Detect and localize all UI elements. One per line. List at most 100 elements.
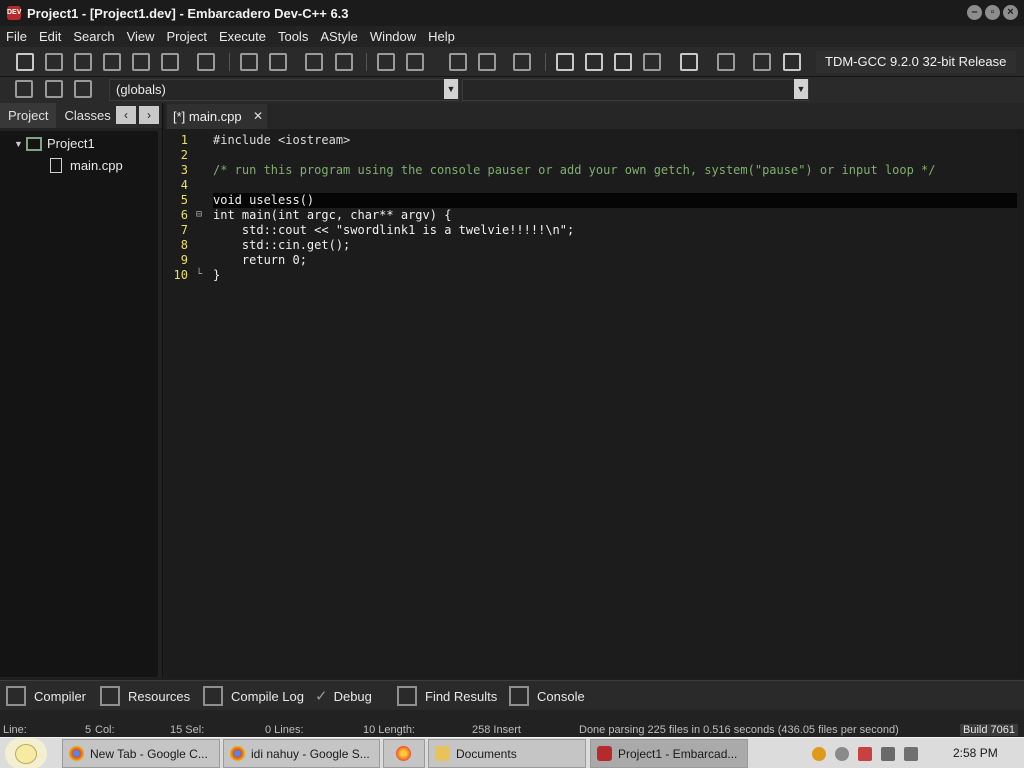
delete-profile-icon[interactable] [783,53,801,71]
tray-app-icon[interactable] [835,746,849,761]
minimize-button[interactable]: – [967,5,982,20]
function-dropdown-arrow-icon[interactable]: ▼ [794,79,808,99]
tab-project[interactable]: Project [0,103,57,128]
clock[interactable]: 2:58 PM [953,746,998,760]
editor-scrollbar[interactable] [1017,129,1024,678]
tab-console[interactable]: Console [509,681,585,711]
compiler-select[interactable]: TDM-GCC 9.2.0 32-bit Release [816,51,1016,73]
profile-icon[interactable] [753,53,771,71]
run-icon[interactable] [585,53,603,71]
remove-file-icon[interactable] [478,53,496,71]
smiley-start-icon [15,744,37,764]
main-toolbar: TDM-GCC 9.2.0 32-bit Release [0,47,1024,77]
resources-icon [100,686,120,706]
compile-icon[interactable] [556,53,574,71]
menu-window[interactable]: Window [364,29,422,44]
code-line: #include <iostream> [213,133,351,147]
taskbar-label: Documents [456,746,517,761]
print-icon[interactable] [197,53,215,71]
volume-icon[interactable] [904,746,918,761]
tab-label: Debug [333,688,372,704]
line-number: 8 [180,238,188,252]
close-file-icon[interactable] [132,53,150,71]
close-all-icon[interactable] [161,53,179,71]
stop-execution-icon[interactable] [717,53,735,71]
code-line-comment: /* run this program using the console pa… [213,163,936,177]
new-file-icon[interactable] [16,53,34,71]
menu-search[interactable]: Search [67,29,120,44]
check-icon: ✓ [315,688,328,705]
toggle-bookmark-icon[interactable] [74,80,92,98]
line-number-gutter: 1 2 3 4 5 6 7 8 9 10 ⊟ └ [165,129,202,678]
goto-icon[interactable] [15,80,33,98]
scope-dropdown-arrow-icon[interactable]: ▼ [444,79,458,99]
tree-item-project[interactable]: ▼ Project1 [14,136,95,151]
folder-icon [435,746,450,761]
taskbar-item-chrome-search[interactable]: idi nahuy - Google S... [223,739,380,768]
search-icon [397,686,417,706]
taskbar-item-firefox[interactable] [383,739,425,768]
tab-debug[interactable]: ✓ Debug [315,681,372,711]
tab-classes[interactable]: Classes [56,103,118,128]
fold-end-icon: └ [196,269,203,280]
menu-edit[interactable]: Edit [33,29,67,44]
tab-resources[interactable]: Resources [100,681,190,711]
network-error-icon[interactable] [858,746,872,761]
menu-file[interactable]: File [0,29,33,44]
tab-compiler[interactable]: Compiler [6,681,86,711]
undo-icon[interactable] [377,53,395,71]
taskbar-label: idi nahuy - Google S... [251,746,370,761]
current-line-highlight [213,193,1017,208]
rebuild-all-icon[interactable] [643,53,661,71]
indent-icon[interactable] [305,53,323,71]
menu-tools[interactable]: Tools [272,29,314,44]
tab-label: Compile Log [231,688,304,704]
chevron-left-icon[interactable]: ‹ [116,106,136,124]
fold-collapse-icon[interactable]: ⊟ [196,209,202,220]
menu-execute[interactable]: Execute [213,29,272,44]
save-icon[interactable] [74,53,92,71]
save-all-icon[interactable] [103,53,121,71]
line-number: 5 [180,193,188,207]
chevron-right-icon[interactable]: › [139,106,159,124]
function-select[interactable] [462,79,809,101]
file-icon [50,158,62,173]
scope-select[interactable]: (globals) [109,79,459,101]
menu-help[interactable]: Help [422,29,461,44]
tree-item-file[interactable]: main.cpp [50,158,123,173]
start-button[interactable] [5,738,47,768]
line-number: 7 [180,223,188,237]
comment-icon[interactable] [513,53,531,71]
close-button[interactable]: × [1003,5,1018,20]
menu-astyle[interactable]: AStyle [314,29,364,44]
tab-compile-log[interactable]: Compile Log [203,681,304,711]
search-tray-icon[interactable] [812,746,826,761]
replace-icon[interactable] [269,53,287,71]
find-icon[interactable] [240,53,258,71]
open-icon[interactable] [45,53,63,71]
display-icon[interactable] [881,746,895,761]
redo-icon[interactable] [406,53,424,71]
devcpp-app-icon: DEV [7,6,21,20]
restore-button[interactable]: ▫ [985,5,1000,20]
compile-run-icon[interactable] [614,53,632,71]
bookmark-icon[interactable] [45,80,63,98]
taskbar-item-documents[interactable]: Documents [428,739,586,768]
menu-project[interactable]: Project [161,29,213,44]
taskbar-item-devcpp[interactable]: Project1 - Embarcad... [590,739,748,768]
code-editor[interactable]: 1 2 3 4 5 6 7 8 9 10 ⊟ └ #include <iostr… [165,129,1017,678]
menu-view[interactable]: View [121,29,161,44]
line-number: 9 [180,253,188,267]
check-syntax-icon[interactable] [680,53,698,71]
collapse-icon[interactable]: ▼ [14,139,26,149]
taskbar-item-chrome-newtab[interactable]: New Tab - Google C... [62,739,220,768]
compiler-grid-icon [6,686,26,706]
tab-main-cpp[interactable]: [*] main.cpp ✕ [167,104,267,129]
toggle-comment-icon[interactable] [335,53,353,71]
title-bar: DEV Project1 - [Project1.dev] - Embarcad… [0,0,1024,26]
tab-label: Find Results [425,688,498,704]
new-project-icon[interactable] [449,53,467,71]
line-number: 1 [180,133,188,147]
close-tab-icon[interactable]: ✕ [253,104,263,129]
tab-find-results[interactable]: Find Results [397,681,497,711]
